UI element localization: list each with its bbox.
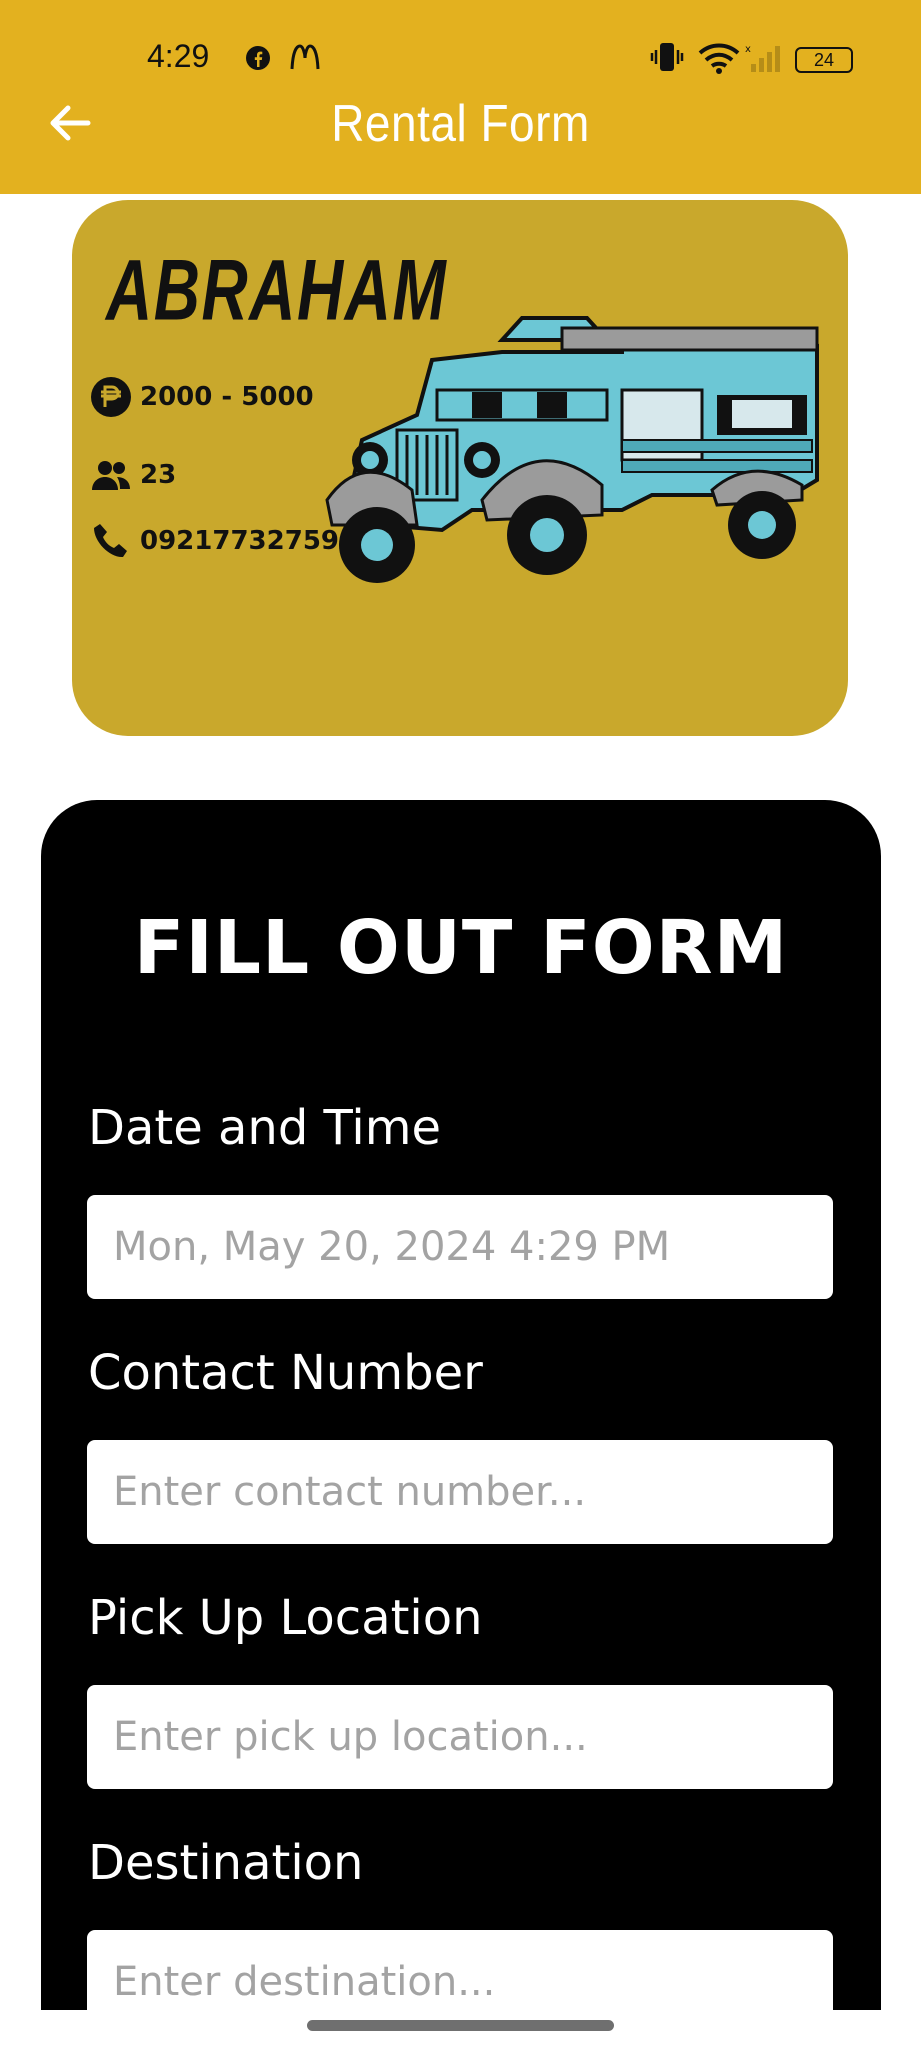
battery-icon: 24 [795, 47, 853, 73]
price-row: 2000 - 5000 [90, 376, 314, 418]
peso-icon [91, 377, 131, 417]
contact-number-field[interactable] [87, 1440, 833, 1544]
destination-label: Destination [88, 1835, 364, 1891]
svg-text:x: x [745, 44, 751, 55]
mcdonalds-icon [290, 44, 320, 70]
vehicle-card[interactable]: ABRAHAM 2000 - 5000 23 09217732759 [72, 200, 848, 736]
contact-phone: 09217732759 [140, 526, 339, 556]
date-time-label: Date and Time [88, 1100, 442, 1156]
battery-level: 24 [813, 49, 835, 70]
group-icon [92, 461, 130, 490]
rental-form: FILL OUT FORM Date and Time Contact Numb… [41, 800, 881, 2034]
pickup-location-field[interactable] [87, 1685, 833, 1789]
page-title: Rental Form [331, 93, 590, 153]
phone-row: 09217732759 [90, 520, 339, 562]
passenger-capacity: 23 [140, 460, 177, 490]
status-time: 4:29 [147, 38, 210, 74]
home-indicator[interactable] [307, 2020, 614, 2031]
jeepney-illustration [325, 316, 819, 583]
price-range: 2000 - 5000 [140, 382, 314, 412]
capacity-row: 23 [90, 454, 176, 496]
phone-icon [94, 524, 127, 558]
app-header: 4:29 x 24 Rental Form [0, 0, 921, 194]
vibrate-icon [650, 43, 684, 71]
date-time-field[interactable] [87, 1195, 833, 1299]
pickup-location-label: Pick Up Location [88, 1590, 483, 1646]
wifi-icon [698, 43, 740, 74]
destination-field[interactable] [87, 1930, 833, 2034]
form-heading: FILL OUT FORM [133, 905, 789, 991]
contact-number-label: Contact Number [88, 1345, 483, 1401]
facebook-icon [246, 46, 270, 70]
signal-icon: x [745, 44, 780, 72]
